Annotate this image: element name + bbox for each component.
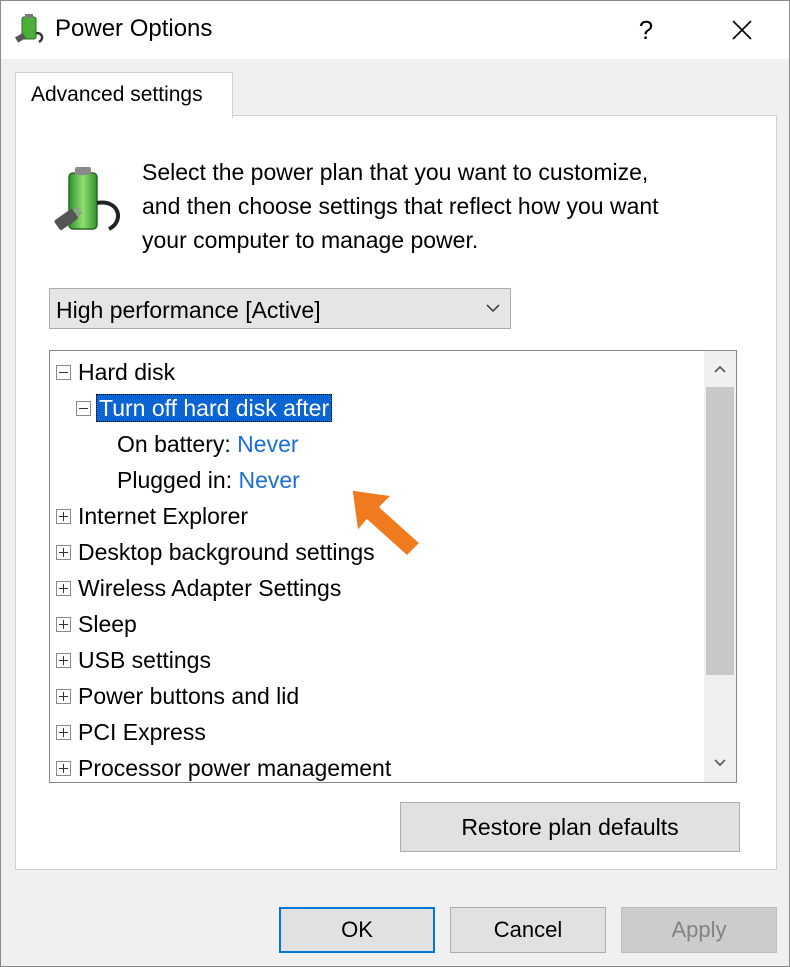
apply-button: Apply: [621, 907, 777, 953]
expand-icon[interactable]: [56, 725, 71, 740]
tree-item-turn-off-hard-disk[interactable]: Turn off hard disk after: [74, 392, 333, 424]
tree-item-hard-disk[interactable]: Hard disk: [54, 356, 175, 388]
title-bar: Power Options ?: [1, 1, 789, 59]
tree-item-label: Power buttons and lid: [78, 683, 300, 709]
settings-tree[interactable]: Hard disk Turn off hard disk after On ba…: [49, 350, 737, 783]
expand-icon[interactable]: [56, 545, 71, 560]
tree-item-label: PCI Express: [78, 719, 206, 745]
on-battery-label: On battery:: [117, 431, 231, 457]
plugged-in-label: Plugged in:: [117, 467, 233, 493]
tree-item-desktop-background[interactable]: Desktop background settings: [54, 536, 375, 568]
tree-item-wireless-adapter[interactable]: Wireless Adapter Settings: [54, 572, 341, 604]
tree-item-internet-explorer[interactable]: Internet Explorer: [54, 500, 248, 532]
power-plan-select-value: High performance [Active]: [56, 297, 321, 323]
highlight-arrow-icon: [349, 487, 423, 559]
window-title: Power Options: [55, 15, 213, 42]
expand-icon[interactable]: [56, 581, 71, 596]
chevron-down-icon[interactable]: [711, 753, 729, 771]
tab-advanced-settings[interactable]: Advanced settings: [15, 72, 233, 118]
plugged-in-value[interactable]: Never: [238, 467, 299, 493]
collapse-icon[interactable]: [56, 365, 71, 380]
power-options-dialog: Power Options ? Advanced settings Select…: [0, 0, 790, 967]
tree-item-label: Sleep: [78, 611, 137, 637]
scrollbar-thumb[interactable]: [706, 387, 734, 675]
close-button[interactable]: [717, 7, 767, 53]
intro-line: your computer to manage power.: [142, 227, 479, 253]
tree-item-label: Hard disk: [78, 359, 176, 385]
expand-icon[interactable]: [56, 509, 71, 524]
setting-plugged-in: Plugged in: Never: [117, 464, 300, 496]
setting-on-battery: On battery: Never: [117, 428, 299, 460]
tree-item-power-buttons[interactable]: Power buttons and lid: [54, 680, 299, 712]
tree-item-pci-express[interactable]: PCI Express: [54, 716, 206, 748]
ok-button[interactable]: OK: [279, 907, 435, 953]
power-plug-battery-icon: [15, 14, 44, 44]
tree-item-label: Wireless Adapter Settings: [78, 575, 342, 601]
tree-scrollbar[interactable]: [704, 351, 736, 782]
expand-icon[interactable]: [56, 653, 71, 668]
power-plan-select[interactable]: High performance [Active]: [49, 288, 511, 329]
on-battery-value[interactable]: Never: [237, 431, 298, 457]
tree-item-label: Desktop background settings: [78, 539, 375, 565]
chevron-down-icon: [486, 304, 500, 313]
tree-item-usb-settings[interactable]: USB settings: [54, 644, 211, 676]
tree-item-label: USB settings: [78, 647, 211, 673]
close-icon: [732, 20, 752, 40]
collapse-icon[interactable]: [76, 401, 91, 416]
intro-line: Select the power plan that you want to c…: [142, 159, 649, 185]
expand-icon[interactable]: [56, 689, 71, 704]
intro-line: and then choose settings that reflect ho…: [142, 193, 659, 219]
chevron-up-icon[interactable]: [711, 361, 729, 379]
expand-icon[interactable]: [56, 761, 71, 776]
tree-item-label-selected: Turn off hard disk after: [96, 394, 333, 422]
tree-item-processor-power[interactable]: Processor power management: [54, 752, 392, 782]
cancel-button[interactable]: Cancel: [450, 907, 606, 953]
restore-plan-defaults-button[interactable]: Restore plan defaults: [400, 802, 740, 852]
tree-item-label: Internet Explorer: [78, 503, 249, 529]
tree-item-sleep[interactable]: Sleep: [54, 608, 137, 640]
expand-icon[interactable]: [56, 617, 71, 632]
power-plug-battery-icon: [54, 167, 121, 231]
tab-label: Advanced settings: [31, 83, 203, 106]
help-button[interactable]: ?: [623, 7, 669, 53]
tree-item-label: Processor power management: [78, 755, 392, 781]
intro-text: Select the power plan that you want to c…: [142, 155, 742, 257]
